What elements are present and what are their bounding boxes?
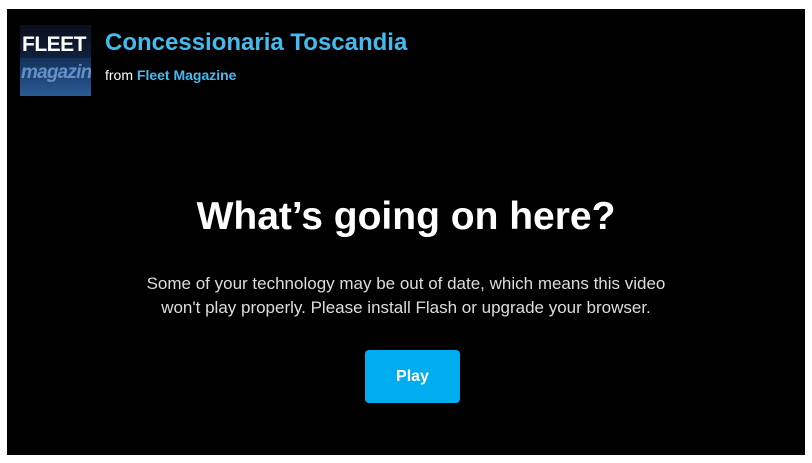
byline-prefix: from [105, 67, 133, 83]
error-heading: What’s going on here? [196, 195, 616, 238]
byline: from Fleet Magazine [105, 67, 236, 83]
video-title-link[interactable]: Concessionaria Toscandia [105, 29, 407, 56]
logo-text-bottom: magazine [21, 62, 91, 83]
error-message: Some of your technology may be out of da… [106, 272, 706, 320]
error-message-line-2: won't play properly. Please install Flas… [161, 298, 651, 317]
owner-link[interactable]: Fleet Magazine [137, 67, 237, 83]
logo-text-bottom-band: magazine [20, 58, 91, 96]
logo-text-top: FLEET [22, 33, 87, 56]
error-message-line-1: Some of your technology may be out of da… [146, 274, 666, 293]
fleet-magazine-logo[interactable]: FLEET magazine [20, 25, 91, 96]
video-player: FLEET magazine Concessionaria Toscandia … [7, 9, 805, 455]
play-button[interactable]: Play [365, 350, 460, 403]
